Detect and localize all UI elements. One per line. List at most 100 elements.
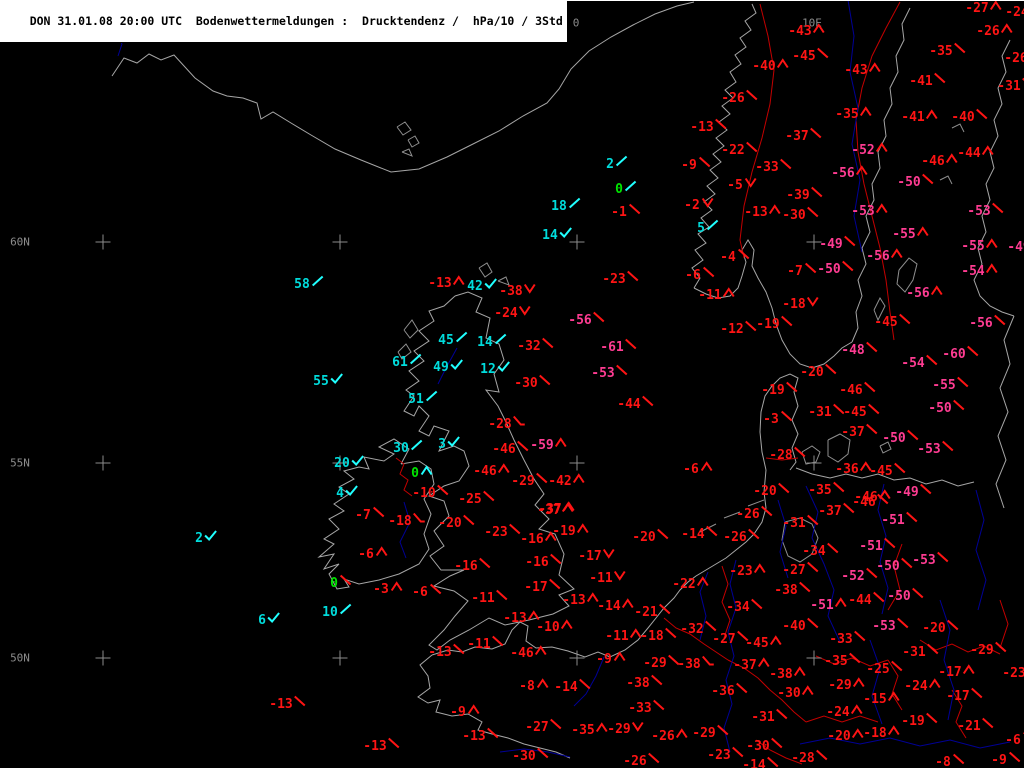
station-report: -18	[782, 296, 820, 311]
station-report: -31	[782, 514, 819, 530]
station-report: -40	[752, 58, 790, 73]
station-report: -15	[863, 691, 901, 707]
tendency-falling-icon	[453, 643, 465, 655]
station-report: -21	[957, 717, 994, 733]
station-report: -37	[818, 502, 855, 518]
tendency-caret-icon	[700, 461, 713, 472]
station-report: -28	[769, 446, 806, 463]
station-report: 12	[480, 361, 510, 376]
station-report: -48	[841, 341, 878, 357]
pressure-tendency-value: -45	[792, 49, 816, 64]
station-report: -56	[866, 248, 904, 264]
tendency-caret-icon	[723, 287, 736, 298]
pressure-tendency-value: -13	[503, 611, 527, 626]
station-report: 58	[294, 275, 323, 291]
tendency-falling-icon	[751, 598, 763, 610]
pressure-tendency-value: -13	[462, 729, 486, 744]
tendency-vee-icon	[524, 283, 537, 294]
station-report: -45	[869, 462, 906, 478]
station-report: -59	[530, 437, 568, 452]
tendency-falling-icon	[920, 483, 932, 495]
pressure-tendency-value: -15	[863, 692, 887, 707]
pressure-tendency-value: -25	[458, 492, 482, 507]
pressure-tendency-value: -14	[554, 680, 578, 695]
station-report: -2	[684, 197, 714, 212]
grid-cross	[806, 455, 822, 471]
station-report: -30	[782, 206, 819, 222]
pressure-tendency-value: -20	[800, 365, 824, 380]
station-report: -29	[828, 677, 866, 692]
tendency-falling-icon	[659, 603, 671, 615]
tendency-falling-icon	[732, 746, 744, 758]
station-report: -52	[851, 142, 889, 157]
station-report: 18	[551, 197, 580, 213]
tendency-falling-icon	[854, 630, 866, 642]
tendency-falling-icon	[884, 537, 896, 549]
station-report: -11	[589, 570, 627, 585]
pressure-tendency-value: -56	[866, 249, 890, 264]
station-report: -28	[791, 749, 828, 765]
tendency-caret-icon	[835, 597, 848, 608]
station-report: 14	[542, 227, 572, 242]
tendency-vee-icon	[519, 305, 532, 316]
tendency-caret-icon	[613, 651, 626, 662]
pressure-tendency-value: -26	[976, 24, 1000, 39]
pressure-tendency-value: -13	[363, 739, 387, 754]
tendency-falling-icon	[372, 506, 384, 518]
station-report: -13	[462, 727, 499, 744]
station-report: -44	[617, 395, 654, 411]
station-report: -19	[901, 712, 938, 728]
tendency-caret-icon	[420, 465, 433, 476]
tendency-caret-icon	[453, 275, 466, 286]
tendency-rising-icon	[494, 333, 506, 345]
pressure-tendency-value: -19	[761, 383, 785, 398]
tendency-falling-icon	[786, 381, 798, 393]
station-report: -14	[681, 525, 718, 541]
pressure-tendency-value: -24	[826, 705, 850, 720]
pressure-tendency-value: -8	[935, 755, 951, 768]
station-report: -20	[632, 528, 669, 544]
station-report: -38	[769, 666, 807, 681]
tendency-falling-icon	[1008, 751, 1020, 763]
station-report: -18	[388, 512, 426, 528]
pressure-tendency-value: -23	[1002, 666, 1024, 681]
station-report: -9	[450, 704, 480, 719]
pressure-tendency-value: -16	[520, 532, 544, 547]
tendency-falling-icon	[776, 708, 788, 720]
pressure-tendency-value: -60	[942, 347, 966, 362]
pressure-tendency-value: -13	[562, 593, 586, 608]
pressure-tendency-value: -38	[774, 583, 798, 598]
station-report: -51	[810, 597, 848, 612]
grid-label: 0	[572, 16, 580, 30]
pressure-tendency-value: -53	[591, 366, 615, 381]
station-report: -16	[520, 531, 558, 547]
station-report: 10	[322, 603, 351, 620]
station-report: -41	[909, 72, 946, 88]
pressure-tendency-value: -28	[769, 448, 793, 463]
pressure-tendency-value: -49	[1007, 240, 1024, 255]
station-report: -50	[897, 173, 934, 189]
tendency-falling-icon	[992, 202, 1004, 214]
pressure-tendency-value: -55	[961, 239, 985, 254]
pressure-tendency-value: -53	[872, 619, 896, 634]
tendency-falling-icon	[736, 682, 748, 694]
pressure-tendency-value: 4	[336, 486, 344, 501]
pressure-tendency-value: -20	[438, 516, 462, 531]
tendency-rising-icon	[339, 603, 351, 615]
tendency-falling-icon	[496, 589, 508, 601]
tendency-falling-icon	[906, 511, 918, 523]
station-report: -20	[827, 728, 865, 743]
tendency-rising-icon	[455, 331, 467, 343]
pressure-tendency-value: -30	[514, 376, 538, 391]
station-report: -26	[723, 528, 760, 544]
pressure-tendency-value: 10	[322, 605, 338, 620]
station-report: -60	[942, 345, 979, 362]
grid-cross	[95, 650, 111, 666]
title-bar: DON 31.01.08 20:00 UTC Bodenwettermeldun…	[0, 1, 568, 43]
pressure-tendency-value: -23	[707, 748, 731, 763]
station-report: -5	[727, 177, 757, 192]
grid-cross	[332, 234, 348, 250]
pressure-tendency-value: -8	[519, 679, 535, 694]
pressure-tendency-value: -44	[848, 593, 872, 608]
pressure-tendency-value: -49	[819, 237, 843, 252]
